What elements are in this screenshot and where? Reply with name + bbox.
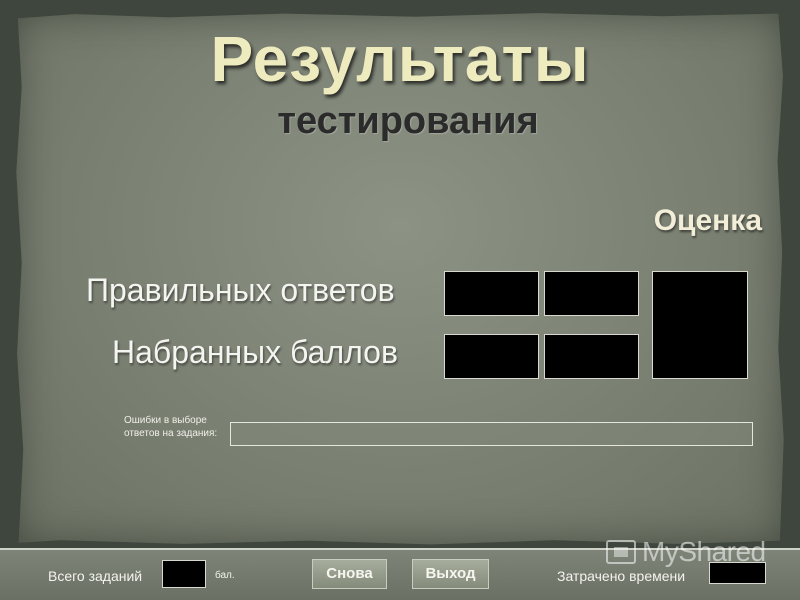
errors-field <box>230 422 753 446</box>
page-subtitle: тестирования <box>277 100 539 142</box>
total-tasks-label: Всего заданий <box>48 568 143 584</box>
points-scored-percent-field <box>544 334 639 379</box>
points-unit-label: бал. <box>215 570 235 581</box>
points-scored-label: Набранных баллов <box>112 334 398 370</box>
grade-label: Оценка <box>653 204 762 237</box>
grade-field <box>652 271 748 379</box>
page-title: Результаты <box>210 23 590 95</box>
errors-label: Ошибки в выборе ответов на задания: <box>124 415 218 439</box>
presentation-icon <box>606 540 636 564</box>
points-scored-count-field <box>444 334 539 379</box>
exit-button[interactable]: Выход <box>412 559 489 589</box>
total-tasks-field <box>162 560 206 588</box>
correct-answers-percent-field <box>544 271 639 316</box>
again-button[interactable]: Снова <box>312 559 387 589</box>
watermark: MyShared <box>606 536 766 568</box>
correct-answers-label: Правильных ответов <box>86 272 395 308</box>
watermark-text: MyShared <box>642 536 766 567</box>
time-spent-label: Затрачено времени <box>557 568 686 584</box>
correct-answers-count-field <box>444 271 539 316</box>
